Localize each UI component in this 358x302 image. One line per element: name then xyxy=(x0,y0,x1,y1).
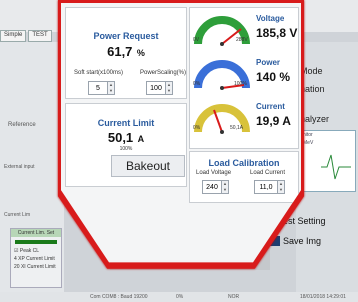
xi-current-label: XI Current Limit xyxy=(20,264,56,270)
current-limit-title: Current Limit xyxy=(97,118,155,128)
power-scaling-value[interactable]: 100 xyxy=(146,81,166,95)
current-max-label: 50,1A xyxy=(230,125,244,131)
voltage-title: Voltage xyxy=(256,14,285,23)
power-max-label: 100% xyxy=(234,81,247,87)
load-voltage-spinner[interactable]: 240 ▲ ▼ xyxy=(202,180,229,194)
current-limit-readout: 50,1 A xyxy=(66,129,186,147)
load-current-arrows[interactable]: ▲ ▼ xyxy=(278,180,285,194)
power-request-title: Power Request xyxy=(93,31,159,41)
load-current-value[interactable]: 11,0 xyxy=(254,180,278,194)
current-min-label: 0% xyxy=(193,125,201,131)
power-scaling-arrows[interactable]: ▲ ▼ xyxy=(166,81,173,95)
current-gauge xyxy=(194,104,250,134)
load-current-spinner[interactable]: 11,0 ▲ ▼ xyxy=(254,180,285,194)
gauges-panel: 0V 288V Voltage 185,8 V 0% 100% Power 14… xyxy=(189,7,299,149)
power-request-panel: Power Request 61,7 % Soft start(x100ms) … xyxy=(65,7,187,99)
voltage-min-label: 0V xyxy=(193,37,200,43)
overlay-content: Power Request 61,7 % Soft start(x100ms) … xyxy=(61,3,301,263)
soft-start-value[interactable]: 5 xyxy=(88,81,108,95)
spin-down-icon[interactable]: ▼ xyxy=(166,88,172,94)
spin-down-icon[interactable]: ▼ xyxy=(278,187,284,193)
current-unit: A xyxy=(282,114,291,128)
voltage-max-label: 288V xyxy=(236,37,248,43)
monitor-title: nitor xyxy=(303,132,313,138)
monitor-panel: nitor MeV xyxy=(300,130,356,192)
reference-label: Reference xyxy=(8,122,36,128)
voltage-value: 185,8 xyxy=(256,26,287,40)
soft-start-spinner[interactable]: 5 ▲ ▼ xyxy=(88,81,115,95)
current-title: Current xyxy=(256,102,285,111)
xi-current-row[interactable]: 20 XI Current Limit xyxy=(11,263,61,271)
power-value: 140 xyxy=(256,70,277,84)
power-readout: 140 % xyxy=(256,70,290,84)
monitor-waveform xyxy=(321,154,351,180)
current-lim-set-title: Current Lim. Set xyxy=(11,229,61,237)
load-voltage-label: Load Voltage xyxy=(196,170,232,176)
power-unit: % xyxy=(279,70,291,84)
power-title: Power xyxy=(256,58,281,67)
current-value: 19,9 xyxy=(256,114,280,128)
voltage-unit: V xyxy=(289,26,298,40)
current-readout: 19,9 A xyxy=(256,114,291,128)
load-calibration-title: Load Calibration xyxy=(208,158,280,168)
power-scaling-spinner[interactable]: 100 ▲ ▼ xyxy=(146,81,173,95)
monitor-subtitle: MeV xyxy=(303,140,314,146)
status-datetime: 18/01/2018 14:29:01 xyxy=(300,294,346,300)
power-scaling-label: PowerScaling(%) xyxy=(140,70,187,76)
power-gauge xyxy=(194,60,250,90)
load-voltage-value[interactable]: 240 xyxy=(202,180,222,194)
power-min-label: 0% xyxy=(193,81,201,87)
soft-start-arrows[interactable]: ▲ ▼ xyxy=(108,81,115,95)
power-request-value: 61,7 xyxy=(107,44,133,59)
power-request-unit: % xyxy=(136,48,145,58)
voltage-readout: 185,8 V xyxy=(256,26,297,40)
current-limit-percent: 100% xyxy=(119,146,133,152)
spin-down-icon[interactable]: ▼ xyxy=(222,187,228,193)
current-lim-set-panel: Current Lim. Set ☑ Peak CL 4 XP Current … xyxy=(10,228,62,288)
load-voltage-arrows[interactable]: ▲ ▼ xyxy=(222,180,229,194)
tab-test[interactable]: TEST xyxy=(28,30,52,42)
current-limit-value: 50,1 xyxy=(107,130,134,145)
xi-current-value[interactable]: 20 xyxy=(14,264,20,270)
current-lim-slider[interactable] xyxy=(15,240,57,244)
current-lim-label: Current Lim xyxy=(4,212,31,218)
load-current-label: Load Current xyxy=(250,170,286,176)
soft-start-label: Soft start(x100ms) xyxy=(74,70,124,76)
current-limit-unit: A xyxy=(137,134,145,144)
analyzer-label[interactable]: nalyzer xyxy=(300,114,329,124)
external-input-label: External input xyxy=(4,164,35,170)
xp-current-row[interactable]: 4 XP Current Limit xyxy=(11,255,61,263)
peak-cl-label: Peak CL xyxy=(19,248,40,254)
power-request-readout: 61,7 % xyxy=(66,43,186,61)
magnifier-overlay: Power Request 61,7 % Soft start(x100ms) … xyxy=(58,0,304,302)
bakeout-button[interactable]: Bakeout xyxy=(111,155,185,177)
xp-current-value[interactable]: 4 xyxy=(14,256,17,262)
spin-down-icon[interactable]: ▼ xyxy=(108,88,114,94)
load-calibration-panel: Load Calibration Load Voltage Load Curre… xyxy=(189,151,299,203)
xp-current-label: XP Current Limit xyxy=(18,256,55,262)
voltage-gauge xyxy=(194,16,250,46)
tab-simple[interactable]: Simple xyxy=(0,30,27,42)
peak-cl-row[interactable]: ☑ Peak CL xyxy=(11,247,61,255)
